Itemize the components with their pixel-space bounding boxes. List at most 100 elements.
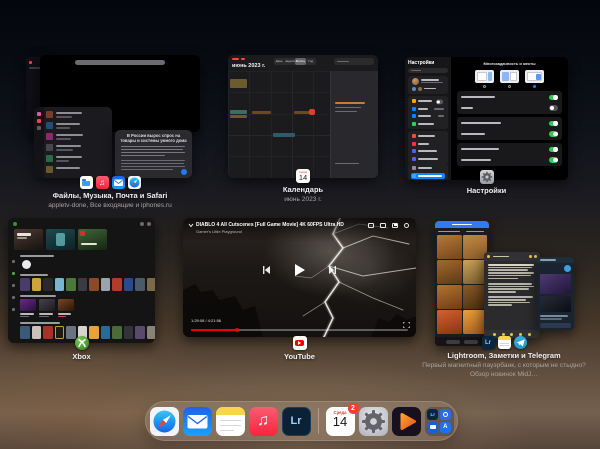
text-line [488, 296, 533, 298]
group-label-settings: Настройки [405, 170, 568, 195]
featured-tile [20, 299, 36, 317]
section-title [20, 274, 48, 276]
settings-search-field [408, 68, 448, 73]
text-line [335, 163, 359, 164]
list-row [46, 155, 53, 162]
toggle-row [457, 155, 562, 166]
game-tile [124, 278, 134, 291]
group-title: YouTube [284, 352, 315, 361]
segment-week: Неделя [285, 58, 296, 65]
dock-music-icon[interactable]: ♫ [249, 407, 278, 436]
dock-settings-icon[interactable] [359, 407, 388, 436]
share-icon [529, 255, 532, 258]
game-tile [43, 278, 53, 291]
dock-safari-icon[interactable] [150, 407, 179, 436]
toggle [549, 121, 558, 127]
window-youtube[interactable]: DIABLO 4 All Cutscenes [Full Game Movie]… [183, 218, 416, 337]
settings-row-bluetooth [411, 113, 445, 120]
next-icon [329, 266, 337, 274]
game-tile [55, 278, 65, 291]
dock-divider [318, 408, 319, 434]
group-label-calendar: Среда 14 Календарь июнь 2023 г. [228, 169, 378, 205]
game-tile [66, 278, 76, 291]
lightroom-glyph: Lr [485, 340, 491, 346]
mini-app-icon [427, 422, 438, 433]
text-line [488, 275, 531, 277]
video-title: DIABLO 4 All Cutscenes [Full Game Movie]… [196, 222, 344, 228]
profile-dot [140, 222, 144, 226]
video-channel: Gamer's Little Playground [196, 229, 242, 234]
text-line [488, 272, 534, 274]
text-line [488, 288, 529, 290]
progress-fill [191, 329, 237, 331]
dock-mail-icon[interactable] [183, 407, 212, 436]
xbox-icon [75, 336, 89, 350]
hero-card [78, 229, 107, 250]
dock-notes-icon[interactable] [216, 407, 245, 436]
photo-thumb [437, 235, 462, 259]
notes-body [484, 263, 540, 307]
mini-appstore-icon: A [440, 422, 451, 433]
sidebar-strip [34, 107, 44, 178]
text-line [121, 152, 185, 153]
settings-detail-title: Многозадачность и жесты [451, 61, 568, 66]
dock-calendar-icon[interactable]: Среда 14 2 [326, 407, 355, 436]
text-line [121, 146, 185, 147]
window-notes[interactable] [484, 252, 540, 338]
nav-rail-dot-active [12, 272, 15, 275]
toggle [549, 105, 558, 111]
group-title: Настройки [467, 186, 507, 195]
text-line [121, 160, 185, 161]
game-tile [32, 278, 42, 291]
list-row [46, 111, 53, 118]
window-lightroom[interactable] [435, 221, 489, 346]
window-xbox[interactable] [8, 218, 155, 343]
profile-card [408, 76, 448, 94]
files-icon [80, 176, 93, 189]
text-line [488, 286, 534, 288]
dock-lightroom-icon[interactable]: Lr [282, 407, 311, 436]
dock-app-library-icon[interactable]: Lr A [425, 407, 454, 436]
settings-sidebar-title: Настройки [408, 60, 434, 66]
window-calendar[interactable]: июнь 2023 г. День Неделя Месяц Год [228, 55, 378, 178]
text-line [121, 163, 184, 164]
text-line [438, 231, 460, 233]
toggle-row [457, 118, 562, 129]
text-line [56, 112, 82, 114]
app-switcher-screen: В России вырос спрос на товары и системы… [0, 0, 600, 449]
dock-media-player-icon[interactable] [392, 407, 421, 436]
window-safari-article[interactable]: В России вырос спрос на товары и системы… [115, 130, 192, 178]
event-chip [230, 79, 247, 88]
notes-icon [498, 336, 511, 349]
settings-row-focus [411, 148, 445, 155]
preview-card [475, 70, 494, 83]
preview-card [525, 70, 544, 83]
search-icon [181, 169, 187, 175]
toggle-row [457, 129, 562, 140]
window-telegram[interactable] [537, 257, 574, 330]
text-line [56, 149, 73, 151]
text-line [56, 116, 72, 118]
appstore-glyph: A [443, 424, 447, 430]
toggle [436, 99, 443, 103]
group-app-icons: Lr [482, 336, 527, 349]
hero-card [46, 229, 75, 250]
window-mail-list[interactable] [34, 107, 112, 178]
preview-card [500, 70, 519, 83]
calendar-icon: Среда 14 [296, 169, 310, 183]
text-line [488, 302, 530, 304]
toggle-row [457, 92, 562, 103]
sidebar-dot [37, 126, 41, 130]
article-title: В России вырос спрос на товары и системы… [120, 133, 187, 144]
segment-day: День [274, 58, 285, 65]
toggle-row [457, 103, 562, 114]
autoplay-icon [368, 223, 374, 228]
multitasking-previews [451, 70, 568, 83]
settings-row-screentime [411, 156, 445, 163]
settings-detail-pane: Многозадачность и жесты [451, 57, 568, 180]
text-line [56, 145, 81, 147]
chat-photo [540, 296, 571, 312]
sidebar-dot [37, 119, 41, 123]
window-settings[interactable]: Настройки [405, 57, 568, 180]
text-line [56, 160, 69, 162]
